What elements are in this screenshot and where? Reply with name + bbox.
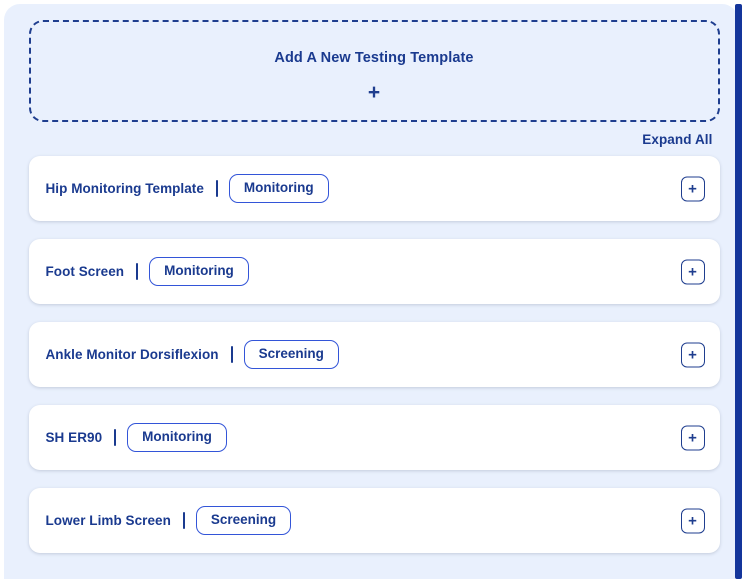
- vertical-scrollbar-thumb[interactable]: [735, 4, 742, 579]
- template-card-sh-er90[interactable]: SH ER90 Monitoring +: [28, 405, 720, 470]
- templates-page: Add A New Testing Template + Expand All …: [0, 0, 751, 579]
- template-type-badge[interactable]: Monitoring: [228, 174, 329, 203]
- title-badge-divider: [136, 263, 139, 280]
- expand-all-row: Expand All: [29, 122, 720, 156]
- add-new-testing-template-label: Add A New Testing Template: [274, 50, 474, 66]
- template-name: Lower Limb Screen: [45, 513, 171, 528]
- template-list: Hip Monitoring Template Monitoring + Foo…: [28, 156, 720, 553]
- template-name: SH ER90: [45, 430, 103, 445]
- templates-panel: Add A New Testing Template + Expand All …: [4, 4, 738, 579]
- vertical-scrollbar-track[interactable]: [735, 0, 747, 579]
- expand-template-button[interactable]: +: [680, 508, 705, 533]
- template-card-hip-monitoring-template[interactable]: Hip Monitoring Template Monitoring +: [28, 156, 720, 221]
- template-type-badge[interactable]: Monitoring: [127, 423, 227, 452]
- expand-template-button[interactable]: +: [680, 259, 705, 284]
- template-type-badge[interactable]: Screening: [195, 506, 292, 535]
- template-card-lower-limb-screen[interactable]: Lower Limb Screen Screening +: [28, 488, 720, 553]
- title-badge-divider: [114, 429, 117, 446]
- template-name: Foot Screen: [45, 264, 125, 279]
- template-type-badge[interactable]: Monitoring: [149, 257, 249, 286]
- expand-all-button[interactable]: Expand All: [642, 132, 712, 147]
- plus-icon[interactable]: +: [31, 82, 718, 103]
- template-name: Ankle Monitor Dorsiflexion: [45, 347, 219, 362]
- template-name: Hip Monitoring Template: [45, 181, 204, 196]
- expand-template-button[interactable]: +: [680, 425, 705, 450]
- title-badge-divider: [230, 346, 233, 363]
- template-card-foot-screen[interactable]: Foot Screen Monitoring +: [28, 239, 720, 304]
- add-new-testing-template-dropzone[interactable]: Add A New Testing Template +: [28, 20, 720, 122]
- template-card-ankle-monitor-dorsiflexion[interactable]: Ankle Monitor Dorsiflexion Screening +: [28, 322, 720, 387]
- title-badge-divider: [182, 512, 185, 529]
- title-badge-divider: [215, 180, 218, 197]
- expand-template-button[interactable]: +: [680, 342, 705, 367]
- template-type-badge[interactable]: Screening: [243, 340, 339, 369]
- expand-template-button[interactable]: +: [680, 176, 705, 201]
